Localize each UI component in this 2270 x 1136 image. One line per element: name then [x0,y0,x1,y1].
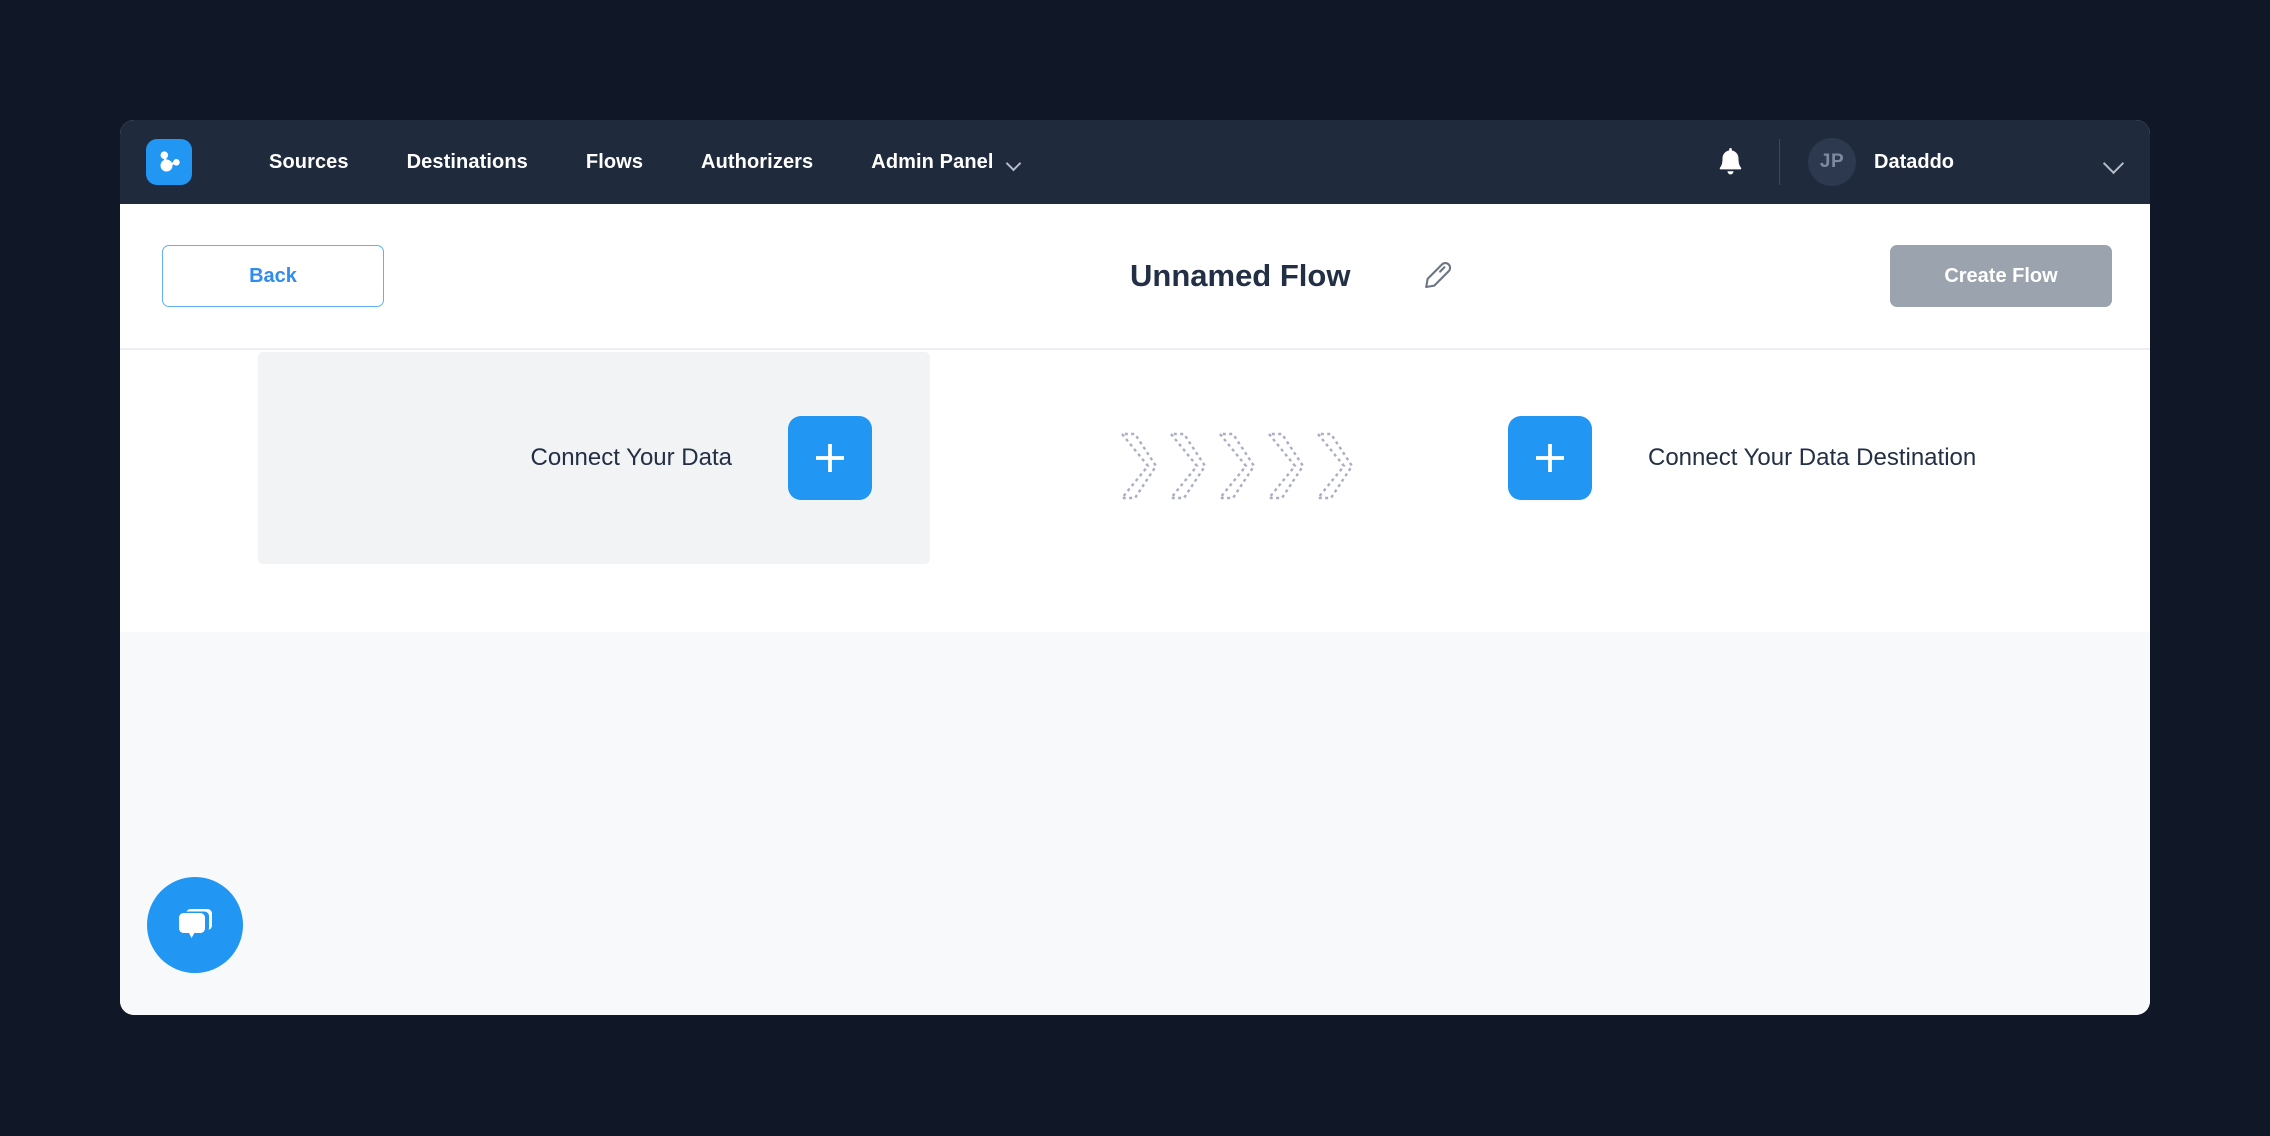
connect-destination-label: Connect Your Data Destination [1648,444,1977,471]
flow-connector-arrows [1118,430,1356,502]
flow-builder-stage: Connect Your Data Connect Your Data Dest… [120,350,2150,632]
account-name: Dataddo [1874,150,1954,173]
navbar-divider [1779,139,1780,185]
navbar-right-section: JP Dataddo [1707,120,2150,204]
nav-item-sources[interactable]: Sources [240,151,378,174]
nav-item-label: Authorizers [701,150,814,173]
nav-item-label: Destinations [406,150,528,173]
pencil-icon[interactable] [1414,253,1460,299]
flow-canvas [120,632,2150,1015]
avatar[interactable]: JP [1808,138,1856,186]
top-navigation-bar: Sources Destinations Flows Authorizers A… [120,120,2150,204]
nav-item-flows[interactable]: Flows [557,151,672,174]
add-destination-button[interactable] [1508,416,1592,500]
nav-item-label: Admin Panel [871,150,994,173]
create-flow-button[interactable]: Create Flow [1890,245,2112,307]
nav-item-label: Flows [585,150,644,173]
add-source-button[interactable] [788,416,872,500]
back-button[interactable]: Back [162,245,384,307]
nav-item-authorizers[interactable]: Authorizers [672,151,842,174]
bell-icon[interactable] [1707,139,1753,185]
chat-bubbles-icon[interactable] [147,877,243,973]
dashed-chevron-arrow-icon [1119,432,1158,500]
chevron-down-icon [1008,158,1021,166]
connect-source-panel[interactable]: Connect Your Data [258,352,930,564]
dataddo-logo-icon[interactable] [146,139,192,185]
nav-item-destinations[interactable]: Destinations [378,151,557,174]
connect-source-label: Connect Your Data [530,444,732,471]
nav-item-admin-panel[interactable]: Admin Panel [842,151,1049,174]
dashed-chevron-arrow-icon [1168,432,1207,500]
primary-nav-links: Sources Destinations Flows Authorizers A… [240,151,1050,174]
chevron-down-icon[interactable] [2104,156,2124,168]
connect-destination-panel[interactable]: Connect Your Data Destination [1508,352,1976,564]
dashed-chevron-arrow-icon [1217,432,1256,500]
nav-item-label: Sources [269,150,349,173]
flow-toolbar: Back Unnamed Flow Create Flow [120,204,2150,350]
page-title: Unnamed Flow [1130,258,1351,293]
flow-title-group: Unnamed Flow [1130,253,1460,299]
dashed-chevron-arrow-icon [1266,432,1305,500]
dashed-chevron-arrow-icon [1315,432,1354,500]
app-window: Sources Destinations Flows Authorizers A… [120,120,2150,1015]
